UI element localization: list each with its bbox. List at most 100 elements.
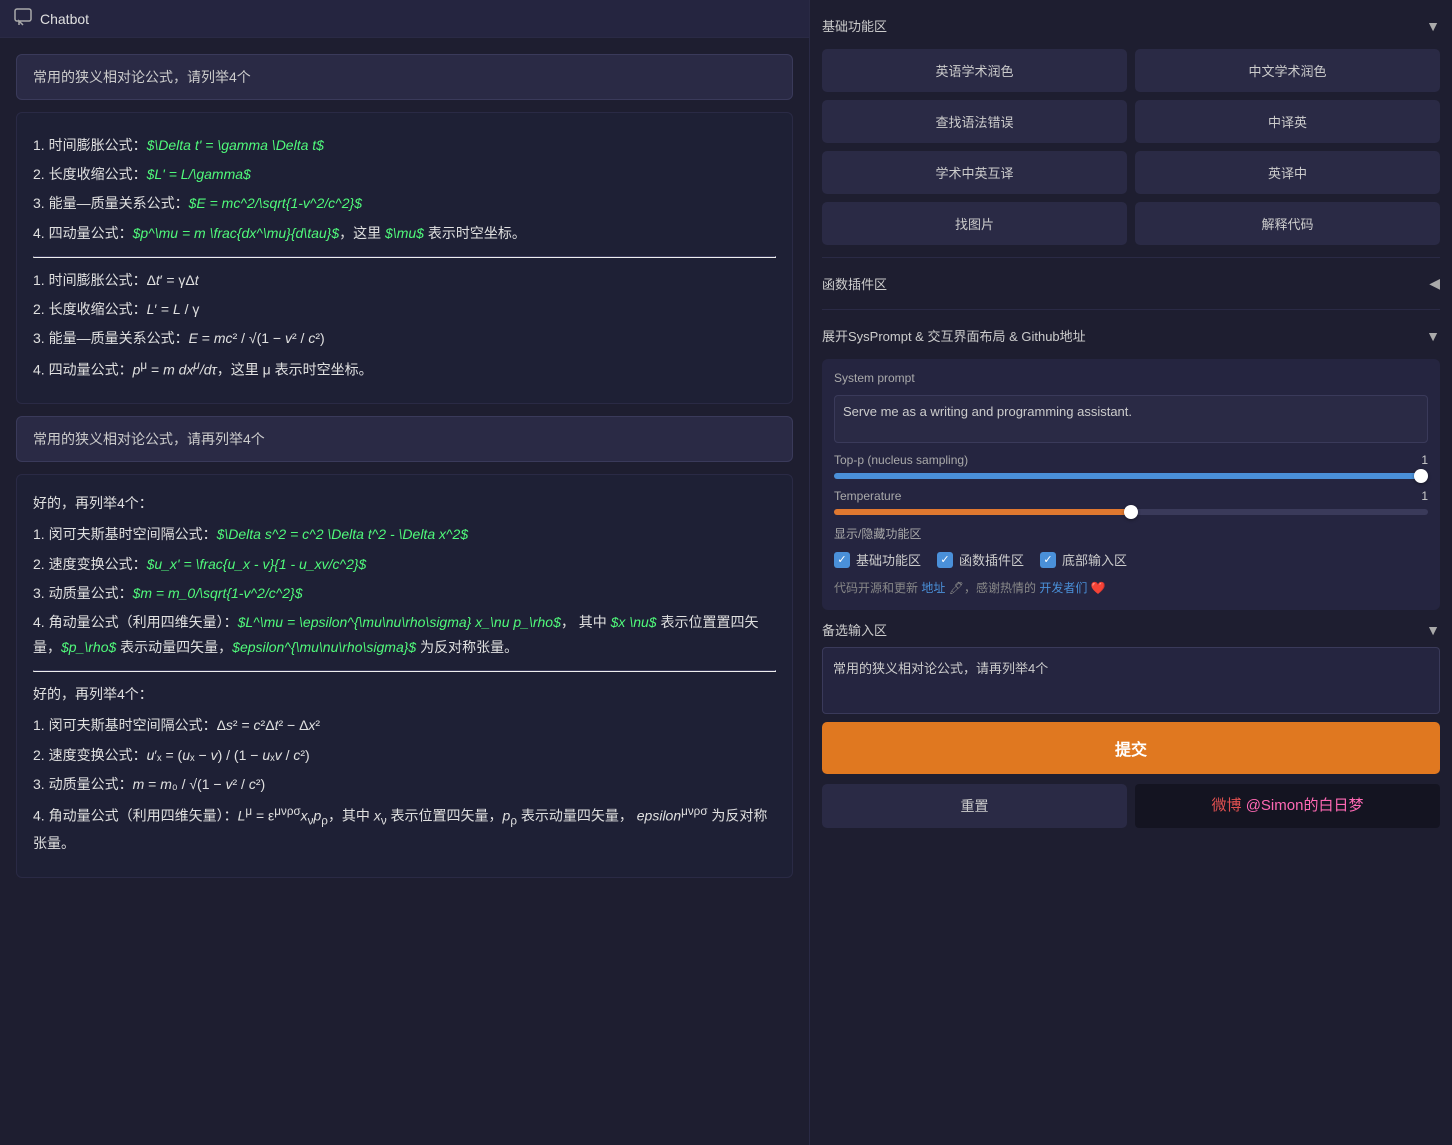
formula-raw-1-4: 4. 四动量公式：$p^\mu = m \frac{dx^\mu}{d\tau}…: [33, 221, 776, 246]
chatbot-icon: [14, 8, 32, 29]
formula-raw-1-3: 3. 能量—质量关系公式：$E = mc^2/\sqrt{1-v^2/c^2}$: [33, 191, 776, 216]
bot-message-2: 好的，再列举4个： 1. 闵可夫斯基时空间隔公式：$\Delta s^2 = c…: [16, 474, 793, 878]
top-p-label: Top-p (nucleus sampling): [834, 453, 968, 467]
divider-basic-plugin: [822, 257, 1440, 258]
btn-academic-translate[interactable]: 学术中英互译: [822, 151, 1127, 194]
user-message-1-text: 常用的狭义相对论公式，请列举4个: [33, 69, 251, 85]
temperature-thumb[interactable]: [1124, 505, 1138, 519]
plugin-collapse-btn[interactable]: ◀: [1429, 275, 1440, 292]
bot-intro-2: 好的，再列举4个：: [33, 491, 776, 516]
right-panel: 基础功能区 ▼ 英语学术润色 中文学术润色 查找语法错误 中译英 学术中英互译 …: [810, 0, 1452, 1145]
checkbox-plugin-label: 函数插件区: [959, 550, 1024, 569]
alt-input-section: 备选输入区 ▼ 提交: [822, 620, 1440, 774]
checkbox-plugin-box: ✓: [937, 552, 953, 568]
rendered-1-1: 1. 时间膨胀公式：Δt′ = γΔt: [33, 268, 776, 293]
sysprompt-arrow[interactable]: ▼: [1426, 328, 1440, 344]
second-intro-2: 好的，再列举4个：: [33, 682, 776, 707]
btn-find-image[interactable]: 找图片: [822, 202, 1127, 245]
alt-input-arrow[interactable]: ▼: [1426, 622, 1440, 638]
submit-button[interactable]: 提交: [822, 722, 1440, 774]
basic-section-header: 基础功能区 ▼: [822, 12, 1440, 39]
btn-chinese-academic[interactable]: 中文学术润色: [1135, 49, 1440, 92]
rendered-2-4: 4. 角动量公式（利用四维矢量）：Lμ = εμνρσxνpρ，其中 xν 表示…: [33, 801, 776, 857]
user-message-2-text: 常用的狭义相对论公式，请再列举4个: [33, 431, 265, 447]
temperature-label: Temperature: [834, 489, 901, 503]
system-prompt-label: System prompt: [834, 371, 1428, 385]
sysprompt-section: System prompt Top-p (nucleus sampling) 1…: [822, 359, 1440, 610]
formula-raw-1-1: 1. 时间膨胀公式：$\Delta t' = \gamma \Delta t$: [33, 133, 776, 158]
alt-input-label: 备选输入区: [822, 620, 887, 639]
checkbox-input-box: ✓: [1040, 552, 1056, 568]
divider-1: [33, 256, 776, 258]
checkbox-input-label: 底部输入区: [1062, 550, 1127, 569]
top-p-slider-row: Top-p (nucleus sampling) 1: [834, 453, 1428, 479]
footer-text2: 🖊，感谢热情的: [949, 581, 1036, 595]
formula-raw-2-2: 2. 速度变换公式：$u_x' = \frac{u_x - v}{1 - u_x…: [33, 552, 776, 577]
formula-green-4: $p^\mu = m \frac{dx^\mu}{d\tau}$: [133, 225, 340, 241]
formula-raw-2-4: 4. 角动量公式（利用四维矢量）：$L^\mu = \epsilon^{\mu\…: [33, 610, 776, 660]
checkbox-row: ✓ 基础功能区 ✓ 函数插件区 ✓ 底部输入区: [834, 550, 1428, 569]
bot-message-1: 1. 时间膨胀公式：$\Delta t' = \gamma \Delta t$ …: [16, 112, 793, 404]
basic-section-arrow[interactable]: ▼: [1426, 18, 1440, 34]
rendered-1-3: 3. 能量—质量关系公式：E = mc² / √(1 − v² / c²): [33, 326, 776, 351]
plugin-section-header: 函数插件区 ◀: [822, 270, 1440, 297]
rendered-2-2: 2. 速度变换公式：u′ₓ = (uₓ − v) / (1 − uₓv / c²…: [33, 743, 776, 768]
checkbox-basic-box: ✓: [834, 552, 850, 568]
temperature-fill: [834, 509, 1131, 515]
footer-links: 代码开源和更新 地址 🖊，感谢热情的 开发者们 ❤️: [834, 579, 1428, 598]
checkbox-plugin[interactable]: ✓ 函数插件区: [937, 550, 1024, 569]
weibo-icon: 微博: [1212, 797, 1246, 814]
checkbox-basic-label: 基础功能区: [856, 550, 921, 569]
sysprompt-section-label: 展开SysPrompt & 交互界面布局 & Github地址: [822, 326, 1086, 345]
chatbot-title: Chatbot: [40, 11, 89, 27]
show-hide-label: 显示/隐藏功能区: [834, 525, 1428, 542]
chatbot-header: Chatbot: [0, 0, 809, 38]
divider-2: [33, 670, 776, 672]
btn-zh-to-en[interactable]: 中译英: [1135, 100, 1440, 143]
footer-text1: 代码开源和更新: [834, 581, 918, 595]
formula-green-1: $\Delta t' = \gamma \Delta t$: [147, 137, 324, 153]
basic-section-label: 基础功能区: [822, 16, 887, 35]
user-message-1: 常用的狭义相对论公式，请列举4个: [16, 54, 793, 100]
watermark-text: @Simon的白日梦: [1246, 797, 1364, 814]
basic-btn-grid: 英语学术润色 中文学术润色 查找语法错误 中译英 学术中英互译 英译中 找图片 …: [822, 49, 1440, 245]
btn-english-academic[interactable]: 英语学术润色: [822, 49, 1127, 92]
reset-button[interactable]: 重置: [822, 784, 1127, 828]
footer-link-address[interactable]: 地址: [921, 581, 945, 595]
sysprompt-section-header: 展开SysPrompt & 交互界面布局 & Github地址 ▼: [822, 322, 1440, 349]
top-p-fill: [834, 473, 1428, 479]
checkbox-basic[interactable]: ✓ 基础功能区: [834, 550, 921, 569]
formula-raw-2-1: 1. 闵可夫斯基时空间隔公式：$\Delta s^2 = c^2 \Delta …: [33, 522, 776, 547]
btn-find-grammar[interactable]: 查找语法错误: [822, 100, 1127, 143]
alt-textarea[interactable]: [822, 647, 1440, 714]
temperature-slider-row: Temperature 1: [834, 489, 1428, 515]
watermark: 微博 @Simon的白日梦: [1135, 784, 1440, 828]
plugin-section-label: 函数插件区: [822, 274, 887, 293]
checkbox-input[interactable]: ✓ 底部输入区: [1040, 550, 1127, 569]
alt-input-header: 备选输入区 ▼: [822, 620, 1440, 639]
divider-plugin-sysprompt: [822, 309, 1440, 310]
bottom-buttons: 重置 微博 @Simon的白日梦: [822, 784, 1440, 828]
rendered-1-4: 4. 四动量公式：pμ = m dxμ/dτ，这里 μ 表示时空坐标。: [33, 355, 776, 383]
user-message-2: 常用的狭义相对论公式，请再列举4个: [16, 416, 793, 462]
formula-green-3: $E = mc^2/\sqrt{1-v^2/c^2}$: [189, 195, 362, 211]
footer-heart: ❤️: [1091, 581, 1106, 595]
rendered-1-2: 2. 长度收缩公式：L′ = L / γ: [33, 297, 776, 322]
formula-raw-1-2: 2. 长度收缩公式：$L' = L/\gamma$: [33, 162, 776, 187]
chat-area: 常用的狭义相对论公式，请列举4个 1. 时间膨胀公式：$\Delta t' = …: [0, 38, 809, 1145]
top-p-value: 1: [1421, 453, 1428, 467]
formula-raw-2-3: 3. 动质量公式：$m = m_0/\sqrt{1-v^2/c^2}$: [33, 581, 776, 606]
left-panel: Chatbot 常用的狭义相对论公式，请列举4个 1. 时间膨胀公式：$\Del…: [0, 0, 810, 1145]
temperature-track[interactable]: [834, 509, 1428, 515]
system-prompt-textarea[interactable]: [834, 395, 1428, 443]
rendered-2-1: 1. 闵可夫斯基时空间隔公式：Δs² = c²Δt² − Δx²: [33, 713, 776, 738]
btn-explain-code[interactable]: 解释代码: [1135, 202, 1440, 245]
top-p-thumb[interactable]: [1414, 469, 1428, 483]
formula-green-2: $L' = L/\gamma$: [147, 166, 251, 182]
show-hide-section: 显示/隐藏功能区 ✓ 基础功能区 ✓ 函数插件区 ✓ 底部输入区: [834, 525, 1428, 569]
top-p-track[interactable]: [834, 473, 1428, 479]
btn-en-to-zh[interactable]: 英译中: [1135, 151, 1440, 194]
rendered-2-3: 3. 动质量公式：m = m₀ / √(1 − v² / c²): [33, 772, 776, 797]
footer-link-devs[interactable]: 开发者们: [1039, 581, 1087, 595]
temperature-value: 1: [1421, 489, 1428, 503]
